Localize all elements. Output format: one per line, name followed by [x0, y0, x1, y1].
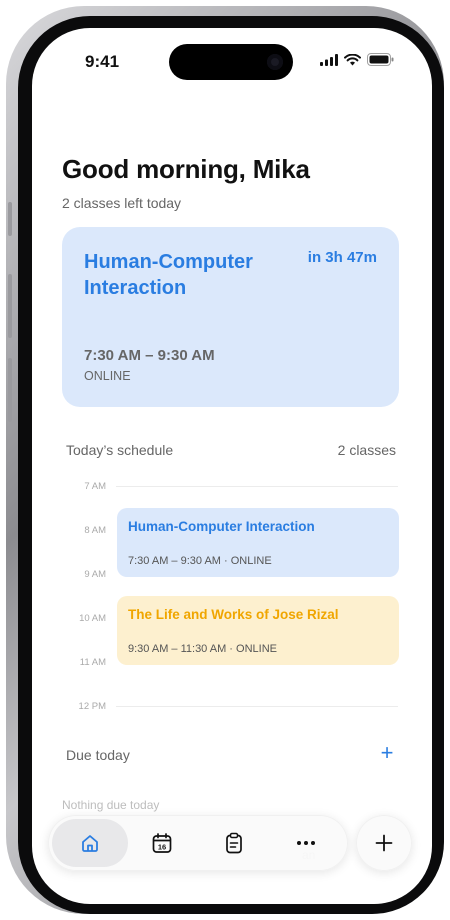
calendar-badge: 16 [158, 843, 166, 852]
hour-label: 11 AM [79, 657, 106, 668]
due-today-title: Due today [66, 747, 130, 763]
greeting-title: Good morning, Mika [62, 154, 310, 184]
hour-label: 9 AM [84, 569, 106, 580]
screen: 9:41 Good morning, Mika 2 classes left t… [32, 28, 432, 904]
event-title: The Life and Works of Jose Rizal [128, 607, 339, 622]
next-class-title: Human-Computer Interaction [84, 251, 253, 299]
battery-icon [367, 53, 394, 66]
tab-bar: 16 [48, 815, 348, 871]
next-class-mode: ONLINE [84, 369, 131, 383]
tab-calendar[interactable]: 16 [124, 819, 200, 867]
dynamic-island [169, 44, 293, 80]
wifi-icon [344, 53, 361, 65]
schedule-title: Today’s schedule [66, 442, 174, 458]
status-icons [320, 53, 394, 66]
phone-frame: 9:41 Good morning, Mika 2 classes left t… [6, 6, 444, 914]
volume-up-button [8, 274, 12, 338]
hour-line [116, 706, 398, 707]
hour-line [116, 486, 398, 487]
hour-label: 7 AM [84, 481, 106, 492]
hour-label: 8 AM [84, 525, 106, 536]
next-class-card[interactable]: Human-Computer Interaction in 3h 47m 7:3… [62, 227, 399, 407]
tab-home[interactable] [52, 819, 128, 867]
action-button [8, 202, 12, 236]
classes-left-subtitle: 2 classes left today [62, 195, 182, 211]
next-class-time: 7:30 AM – 9:30 AM [84, 347, 215, 364]
schedule-count: 2 classes [337, 442, 396, 458]
schedule-event[interactable]: Human-Computer Interaction 7:30 AM – 9:3… [117, 508, 399, 577]
home-icon [82, 835, 98, 852]
clipboard-icon [226, 832, 242, 854]
add-due-button[interactable]: + [376, 742, 398, 764]
event-meta: 7:30 AM – 9:30 AM · ONLINE [128, 555, 272, 567]
signal-icon [320, 53, 338, 66]
event-title: Human-Computer Interaction [128, 519, 315, 534]
hour-label: 12 PM [78, 701, 106, 712]
plus-icon [375, 834, 393, 852]
next-class-countdown: in 3h 47m [307, 249, 377, 266]
tab-more[interactable] [268, 819, 344, 867]
due-empty-text: Nothing due today [62, 798, 160, 812]
volume-down-button [8, 358, 12, 422]
camera-icon [267, 54, 283, 70]
schedule-event[interactable]: The Life and Works of Jose Rizal 9:30 AM… [117, 596, 399, 665]
hour-label: 10 AM [79, 613, 106, 624]
event-meta: 9:30 AM – 11:30 AM · ONLINE [128, 643, 277, 655]
tab-tasks[interactable] [196, 819, 272, 867]
schedule-header: Today’s schedule 2 classes [66, 442, 396, 458]
status-time: 9:41 [85, 52, 120, 71]
more-icon [297, 841, 315, 845]
add-button[interactable] [356, 815, 412, 871]
calendar-icon: 16 [152, 833, 172, 853]
